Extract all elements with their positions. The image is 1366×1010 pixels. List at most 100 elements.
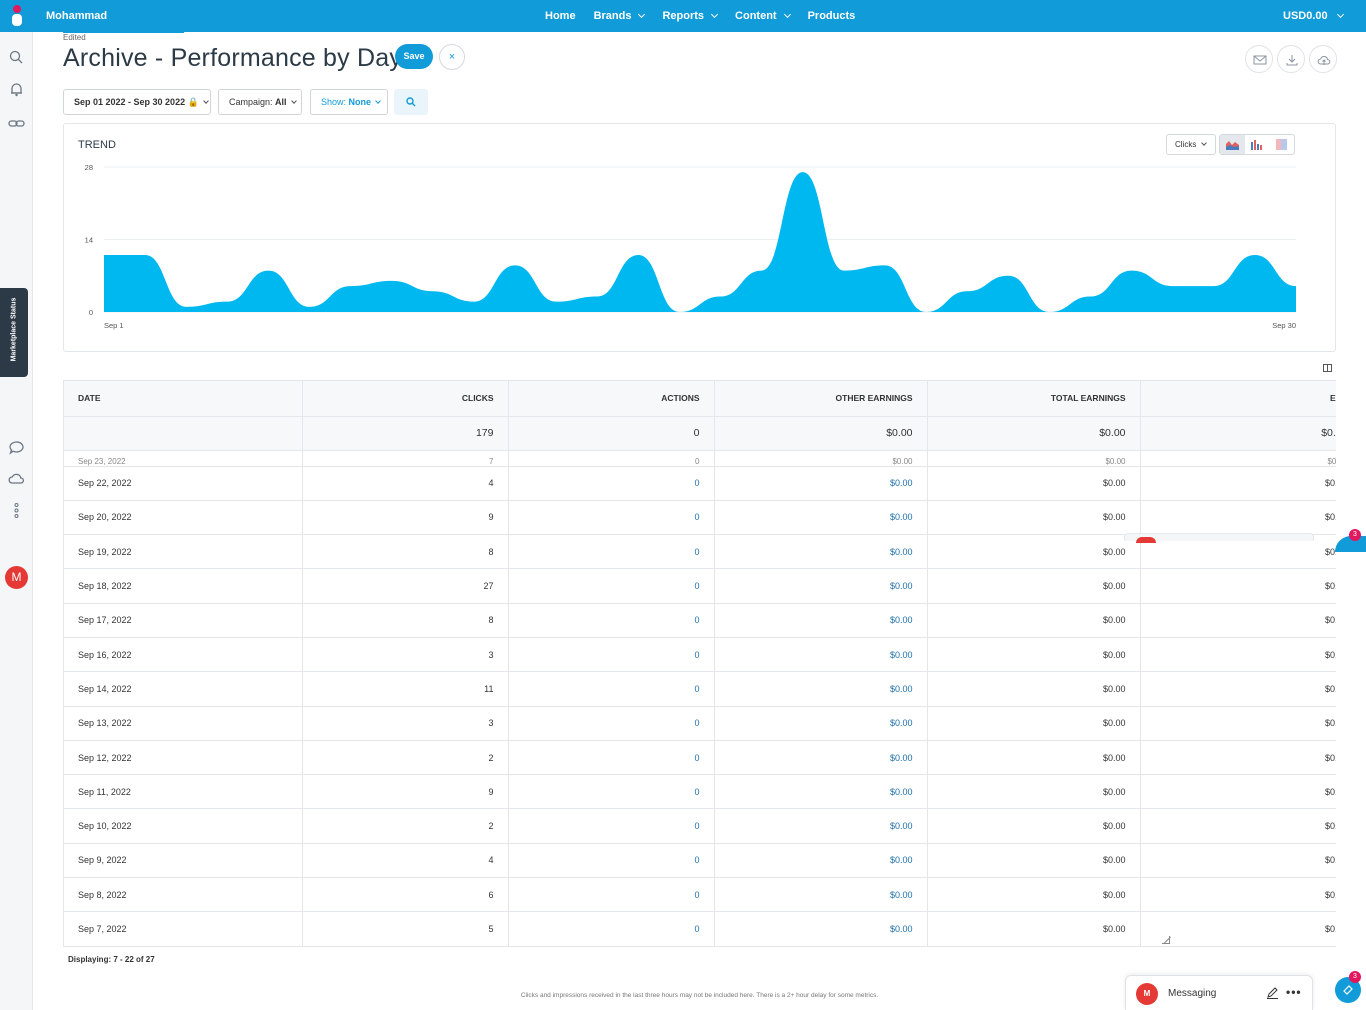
data-point[interactable]	[183, 304, 189, 310]
table-cell[interactable]: 0	[508, 500, 715, 536]
nav-products[interactable]: Products	[808, 10, 856, 22]
table-cell[interactable]: 0	[508, 450, 715, 467]
save-button[interactable]: Save	[395, 44, 433, 69]
table-cell[interactable]: 0	[508, 671, 715, 707]
table-cell[interactable]: 0	[508, 466, 715, 501]
data-point[interactable]	[101, 252, 107, 258]
campaign-select[interactable]: Campaign: All	[218, 89, 302, 115]
search-button[interactable]	[394, 89, 428, 115]
table-cell[interactable]: $0.00	[714, 774, 928, 810]
data-point[interactable]	[471, 299, 477, 305]
compose-icon[interactable]	[1266, 986, 1279, 999]
table-cell[interactable]: 0	[508, 911, 715, 946]
search-icon[interactable]	[8, 49, 25, 66]
table-row[interactable]: Sep 7, 202250$0.00$0.00$0.00	[64, 911, 1336, 946]
download-button[interactable]	[1277, 45, 1305, 73]
table-cell[interactable]: $0.00	[714, 603, 928, 638]
table-row[interactable]: Sep 22, 202240$0.00$0.00$0.00	[64, 466, 1336, 501]
table-cell[interactable]: 0	[508, 534, 715, 570]
table-row[interactable]: Sep 11, 202290$0.00$0.00$0.00	[64, 774, 1336, 810]
partial-table-row[interactable]: Sep 23, 202270$0.00$0.00$0.00	[64, 450, 1336, 467]
more-options-icon[interactable]: •••	[1286, 985, 1302, 999]
data-point[interactable]	[1211, 283, 1217, 289]
column-header-epc[interactable]: EPC	[1140, 381, 1336, 417]
data-point[interactable]	[1252, 252, 1258, 258]
chat-icon[interactable]	[8, 439, 25, 456]
table-row[interactable]: Sep 8, 202260$0.00$0.00$0.00	[64, 877, 1336, 913]
avatar[interactable]: M	[5, 566, 28, 589]
table-row[interactable]: Sep 16, 202230$0.00$0.00$0.00	[64, 637, 1336, 673]
column-toggle-icon[interactable]	[1323, 364, 1332, 372]
currency-balance[interactable]: USD0.00	[1283, 10, 1344, 22]
data-point[interactable]	[594, 293, 600, 299]
data-point[interactable]	[676, 309, 682, 315]
cloud-upload-button[interactable]	[1309, 45, 1337, 73]
data-point[interactable]	[800, 169, 806, 175]
data-point[interactable]	[1005, 273, 1011, 279]
table-cell[interactable]: 0	[508, 637, 715, 673]
table-cell[interactable]: $0.00	[714, 534, 928, 570]
brand-logo[interactable]	[11, 5, 23, 27]
table-cell[interactable]: $0.00	[714, 637, 928, 673]
clicks-area-series[interactable]	[104, 172, 1296, 312]
table-row[interactable]: Sep 10, 202220$0.00$0.00$0.00	[64, 808, 1336, 844]
data-point[interactable]	[1293, 283, 1299, 289]
table-cell[interactable]: 0	[508, 808, 715, 844]
data-point[interactable]	[759, 268, 765, 274]
data-point[interactable]	[882, 262, 888, 268]
table-cell[interactable]: $0.00	[714, 877, 928, 913]
table-cell[interactable]: $0.00	[714, 740, 928, 776]
data-point[interactable]	[430, 288, 436, 294]
data-point[interactable]	[1129, 268, 1135, 274]
column-header-total-earnings[interactable]: TOTAL EARNINGS	[927, 381, 1141, 417]
data-point[interactable]	[923, 309, 929, 315]
table-row[interactable]: Sep 9, 202240$0.00$0.00$0.00	[64, 843, 1336, 879]
table-cell[interactable]: 0	[508, 603, 715, 638]
data-point[interactable]	[841, 268, 847, 274]
table-row[interactable]: Sep 14, 2022110$0.00$0.00$0.00	[64, 671, 1336, 707]
nav-brands[interactable]: Brands	[594, 10, 646, 22]
user-name[interactable]: Mohammad	[46, 10, 107, 22]
table-cell[interactable]: 0	[508, 877, 715, 913]
show-select[interactable]: Show: None	[310, 89, 388, 115]
table-cell[interactable]: $0.00	[714, 706, 928, 741]
data-point[interactable]	[553, 299, 559, 305]
data-point[interactable]	[718, 293, 724, 299]
data-point[interactable]	[1170, 283, 1176, 289]
table-cell[interactable]: $0.00	[714, 808, 928, 844]
data-point[interactable]	[389, 278, 395, 284]
column-header-clicks[interactable]: CLICKS	[302, 381, 509, 417]
more-vertical-icon[interactable]	[8, 502, 25, 519]
table-cell[interactable]: $0.00	[714, 500, 928, 536]
table-row[interactable]: Sep 13, 202230$0.00$0.00$0.00	[64, 706, 1336, 741]
data-point[interactable]	[307, 304, 313, 310]
column-header-other-earnings[interactable]: OTHER EARNINGS	[714, 381, 928, 417]
bell-icon[interactable]	[8, 81, 25, 98]
table-cell[interactable]: $0.00	[714, 568, 928, 604]
data-point[interactable]	[142, 252, 148, 258]
table-cell[interactable]: $0.00	[714, 466, 928, 501]
table-row[interactable]: Sep 12, 202220$0.00$0.00$0.00	[64, 740, 1336, 776]
table-row[interactable]: Sep 17, 202280$0.00$0.00$0.00	[64, 603, 1336, 638]
table-cell[interactable]: 0	[508, 774, 715, 810]
resize-handle-icon[interactable]	[1162, 936, 1170, 944]
column-header-actions[interactable]: ACTIONS	[508, 381, 715, 417]
table-cell[interactable]: 0	[508, 706, 715, 741]
data-point[interactable]	[635, 252, 641, 258]
table-cell[interactable]: $0.00	[714, 450, 928, 467]
table-cell[interactable]: 0	[508, 843, 715, 879]
marketplace-status-tab[interactable]: Marketplace Status	[0, 288, 28, 377]
cancel-button[interactable]: ×	[439, 44, 465, 70]
nav-reports[interactable]: Reports	[662, 10, 719, 22]
table-cell[interactable]: 0	[508, 568, 715, 604]
table-cell[interactable]: $0.00	[714, 911, 928, 946]
nav-home[interactable]: Home	[545, 10, 576, 22]
table-cell[interactable]: $0.00	[714, 671, 928, 707]
table-cell[interactable]: 0	[508, 740, 715, 776]
column-header-date[interactable]: DATE	[64, 381, 303, 417]
link-icon[interactable]	[8, 115, 25, 132]
data-point[interactable]	[964, 288, 970, 294]
nav-content[interactable]: Content	[735, 10, 791, 22]
data-point[interactable]	[224, 299, 230, 305]
data-point[interactable]	[265, 268, 271, 274]
